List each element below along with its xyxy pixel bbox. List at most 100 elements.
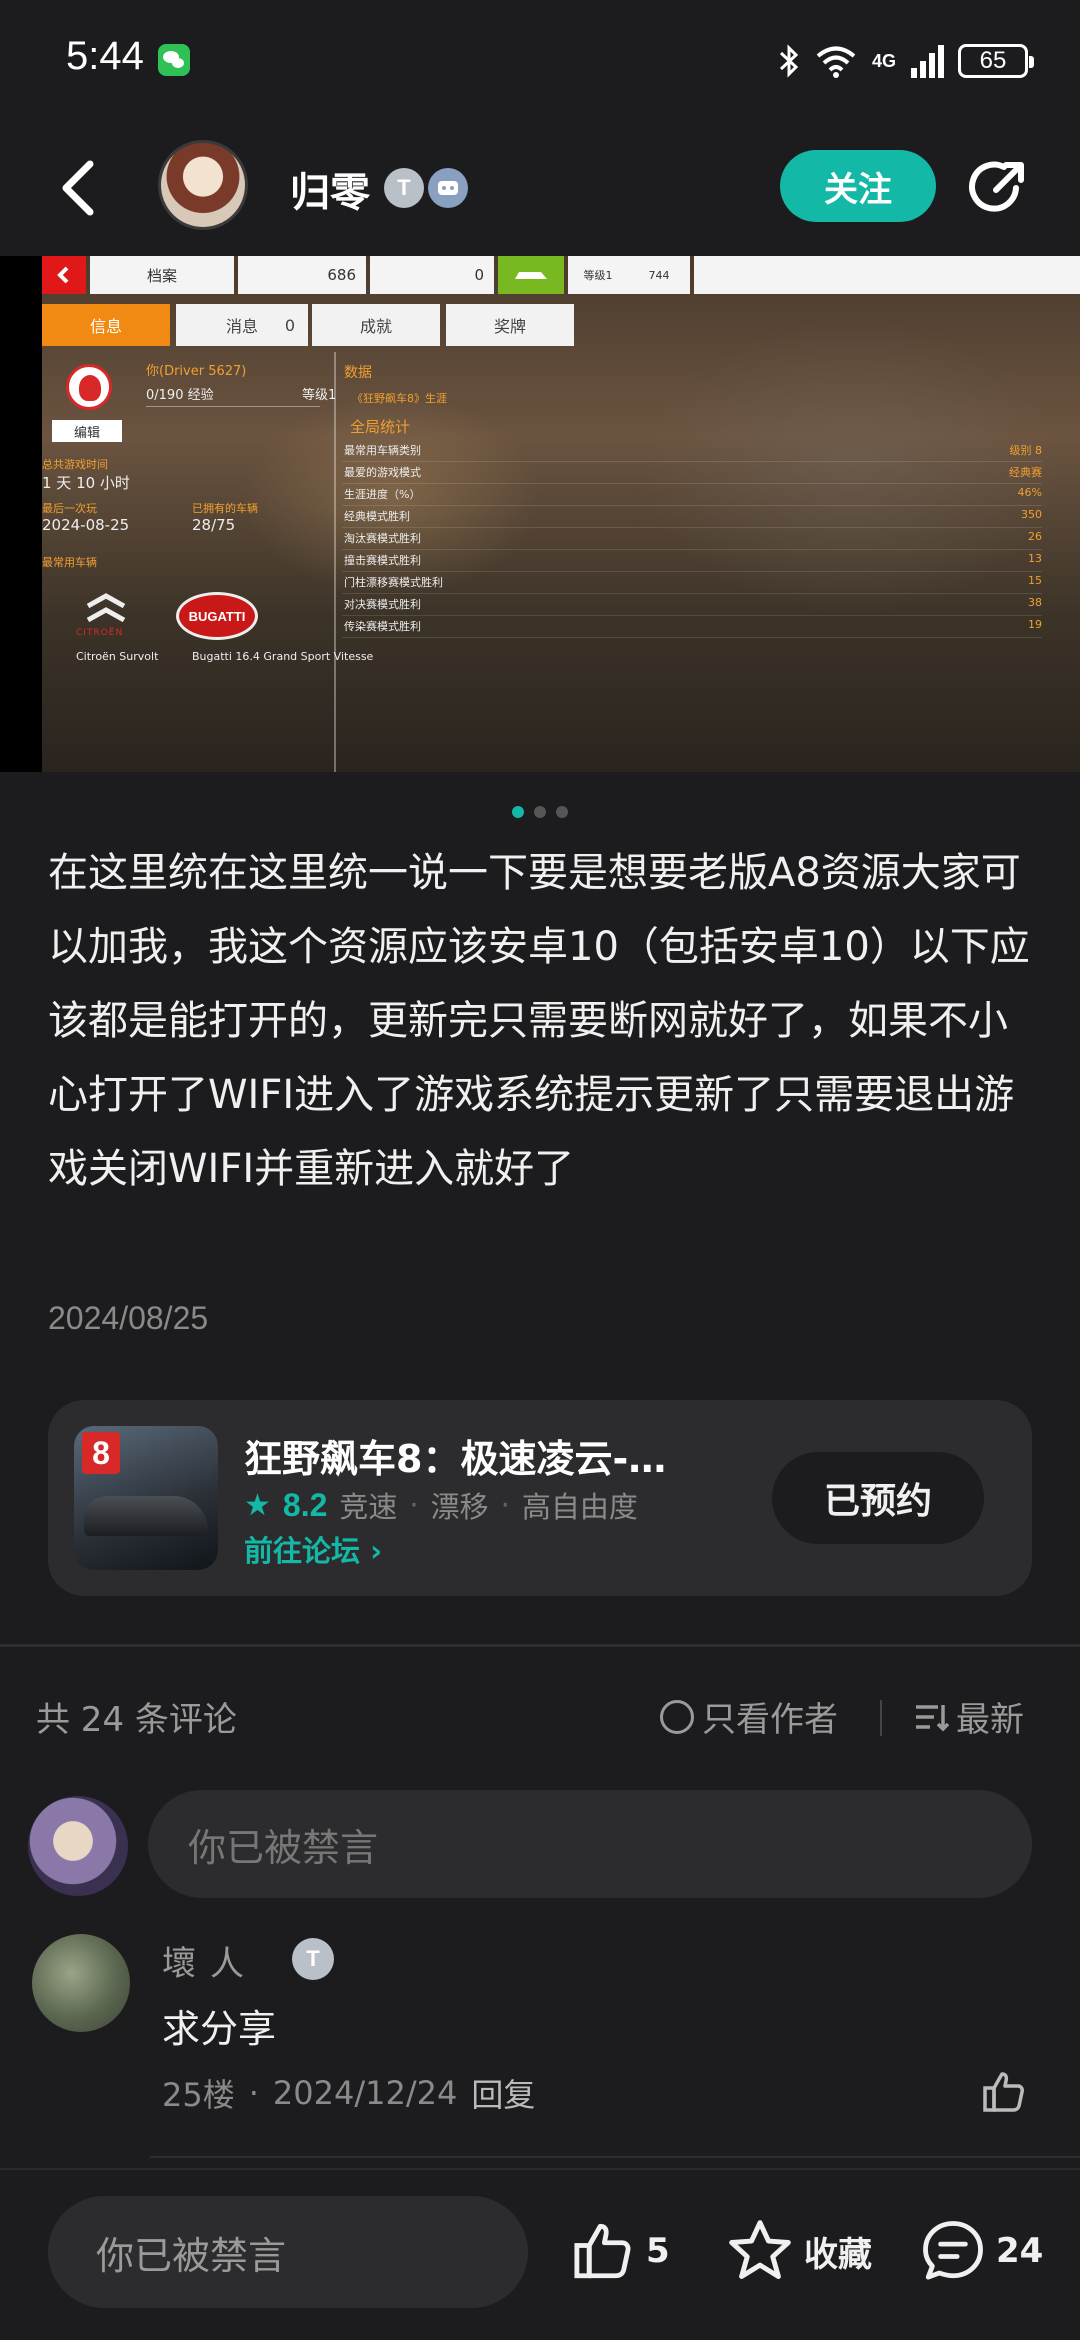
game-xp: 0/190 经验 (146, 388, 214, 403)
image-carousel[interactable]: 档案 686 0 等级1 744 信息 消息 0 成就 奖牌 你(Driver … (0, 256, 1080, 772)
game-card[interactable]: 8 狂野飙车8：极速凌云-… ★ 8.2 竞速 · 漂移 · 高自由度 前往论坛… (48, 1400, 1032, 1596)
comment-floor: 25楼 (162, 2076, 235, 2114)
commenter-avatar[interactable] (32, 1934, 130, 2032)
comment-like-icon[interactable] (980, 2068, 1028, 2116)
game-stat-value: 级别 8 (1009, 444, 1043, 457)
game-last-played-label: 最后一次玩 (42, 502, 97, 515)
comment-date: 2024/12/24 (272, 2074, 458, 2112)
reserved-button[interactable]: 已预约 (772, 1452, 984, 1544)
game-tab-messages-count: 0 (284, 315, 296, 335)
game-stat-label: 淘汰赛模式胜利 (344, 532, 421, 545)
game-app-icon: 8 (74, 1426, 218, 1570)
sort-icon (916, 1704, 950, 1731)
section-divider (0, 1644, 1080, 1647)
bugatti-brand: BUGATTI (188, 608, 246, 624)
sort-button[interactable]: 最新 (914, 1692, 1024, 1741)
game-stat-label: 传染赛模式胜利 (344, 620, 421, 633)
game-stat-value: 350 (1021, 508, 1042, 521)
game-edit-button: 编辑 (52, 420, 122, 442)
game-stat-label: 撞击赛模式胜利 (344, 554, 421, 567)
forum-link[interactable]: 前往论坛 › (244, 1528, 382, 1570)
bugatti-logo-icon: BUGATTI (176, 592, 258, 640)
favorite-label: 收藏 (804, 2234, 872, 2275)
game-stat-label: 生涯进度（%） (344, 488, 421, 501)
game-stars: 744 (628, 256, 690, 294)
comments-button[interactable]: 24 (920, 2214, 1043, 2288)
commenter-name[interactable]: 壞人 (162, 1936, 258, 1985)
comments-total: 24 (996, 2231, 1044, 2271)
game-stat-value: 13 (1028, 552, 1042, 565)
author-only-toggle[interactable]: 只看作者 (660, 1692, 838, 1741)
back-button[interactable] (52, 156, 108, 220)
battery-indicator: 65 (958, 44, 1034, 78)
game-driver-level: 等级1 (302, 388, 337, 403)
carousel-indicator (512, 806, 568, 818)
game-tab-achievements: 成就 (312, 304, 440, 346)
wechat-notification-icon (158, 44, 190, 76)
sort-label: 最新 (956, 1700, 1024, 1740)
game-tab-profile: 档案 (90, 256, 234, 294)
bottom-action-bar: 你已被禁言 5 收藏 24 (0, 2168, 1080, 2340)
share-button[interactable] (966, 156, 1030, 220)
like-button[interactable]: 5 (570, 2214, 670, 2288)
game-level: 等级1 (568, 256, 628, 294)
star-icon: ★ (244, 1487, 271, 1523)
game-stat-label: 对决赛模式胜利 (344, 598, 421, 611)
post-header: 归零 T 关注 (0, 120, 1080, 256)
game-driver-name: 你(Driver 5627) (146, 364, 247, 379)
game-global-stats-label: 全局统计 (350, 418, 411, 436)
game-stat-value: 15 (1028, 574, 1042, 587)
game-car-icon (498, 256, 564, 294)
game-icon-number: 8 (82, 1432, 120, 1474)
game-stat-value: 19 (1028, 618, 1042, 631)
author-only-label: 只看作者 (702, 1700, 838, 1740)
author-name[interactable]: 归零 (290, 160, 370, 218)
status-time: 5:44 (66, 34, 144, 78)
follow-button[interactable]: 关注 (780, 150, 936, 222)
like-count: 5 (646, 2231, 670, 2271)
game-tab-info: 信息 (42, 304, 170, 346)
game-car2-name: Bugatti 16.4 Grand Sport Vitesse (192, 650, 374, 663)
game-tokens: 0 (370, 256, 494, 294)
game-avatar (66, 364, 112, 410)
radio-icon (660, 1699, 694, 1734)
game-stat-value: 46% (1017, 486, 1042, 499)
star-outline-icon (729, 2220, 791, 2279)
game-career-label: 《狂野飙车8》生涯 (352, 392, 447, 405)
game-total-time-label: 总共游戏时间 (42, 458, 108, 471)
commenter-level-badge: T (292, 1938, 334, 1980)
game-meta: ★ 8.2 竞速 · 漂移 · 高自由度 (244, 1484, 638, 1526)
comment-input[interactable]: 你已被禁言 (148, 1790, 1032, 1898)
reply-button[interactable]: 回复 (471, 2070, 535, 2116)
bluetooth-icon (779, 44, 799, 78)
game-tag: 漂移 (430, 1490, 489, 1524)
thumbs-up-icon (574, 2223, 631, 2279)
post-body-text: 在这里统在这里统一说一下要是想要老版A8资源大家可以加我，我这个资源应该安卓10… (48, 850, 1030, 1192)
game-stat-label: 最爱的游戏模式 (344, 466, 421, 479)
game-stat-value: 38 (1028, 596, 1042, 609)
author-avatar[interactable] (158, 140, 248, 230)
carousel-dot (556, 806, 568, 818)
status-icons: 4G 65 (778, 36, 1034, 86)
game-car1-name: Citroën Survolt (76, 650, 159, 663)
game-title[interactable]: 狂野飙车8：极速凌云-… (244, 1428, 666, 1483)
post-date: 2024/08/25 (48, 1300, 209, 1336)
game-last-played: 2024-08-25 (42, 516, 130, 534)
carousel-dot (512, 806, 524, 818)
game-tag: 高自由度 (521, 1490, 638, 1524)
bottom-comment-input[interactable]: 你已被禁言 (48, 2196, 528, 2308)
status-bar: 5:44 4G 65 (0, 0, 1080, 120)
game-back-icon (42, 256, 86, 294)
favorite-button[interactable]: 收藏 (726, 2214, 872, 2288)
game-tag: 竞速 (339, 1490, 398, 1524)
game-tab-medals: 奖牌 (446, 304, 574, 346)
game-stat-value: 经典赛 (1009, 466, 1042, 479)
game-total-time: 1 天 10 小时 (42, 474, 130, 492)
game-owned-label: 已拥有的车辆 (192, 502, 258, 515)
game-data-label: 数据 (344, 365, 372, 381)
comment-bubble-icon (923, 2221, 983, 2280)
my-avatar (28, 1796, 128, 1896)
citroen-logo-icon (86, 593, 126, 623)
comments-count: 共 24 条评论 (36, 1700, 237, 1740)
game-stat-label: 经典模式胜利 (344, 510, 410, 523)
